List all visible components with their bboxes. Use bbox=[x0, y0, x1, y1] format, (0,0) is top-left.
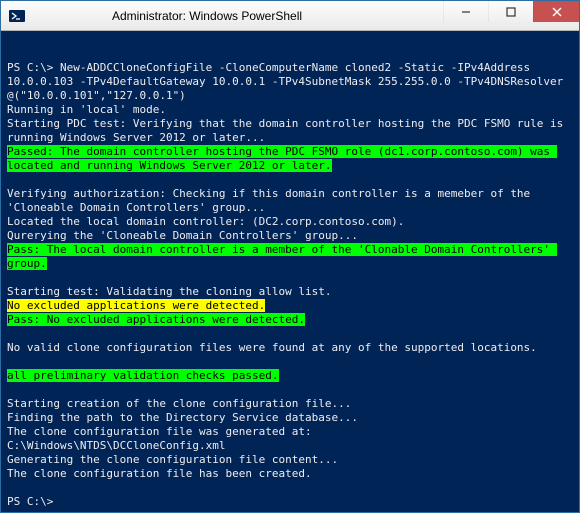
terminal-line bbox=[7, 481, 575, 495]
window-title: Administrator: Windows PowerShell bbox=[0, 9, 443, 23]
close-button[interactable] bbox=[533, 1, 579, 22]
terminal-line: No valid clone configuration files were … bbox=[7, 341, 575, 355]
terminal-line: Verifying authorization: Checking if thi… bbox=[7, 187, 575, 215]
terminal-line: Passed: The domain controller hosting th… bbox=[7, 145, 575, 173]
terminal-line bbox=[7, 327, 575, 341]
terminal-line bbox=[7, 271, 575, 285]
pass-highlight: all preliminary validation checks passed… bbox=[7, 369, 279, 382]
terminal-line: Starting test: Validating the cloning al… bbox=[7, 285, 575, 299]
terminal-content: PS C:\> New-ADDCCloneConfigFile -CloneCo… bbox=[7, 61, 575, 509]
pass-highlight: Pass: No excluded applications were dete… bbox=[7, 313, 305, 326]
maximize-icon bbox=[506, 7, 516, 17]
terminal-line bbox=[7, 173, 575, 187]
terminal-line: C:\Windows\NTDS\DCCloneConfig.xml bbox=[7, 439, 575, 453]
terminal-line: Starting PDC test: Verifying that the do… bbox=[7, 117, 575, 145]
terminal-line: No excluded applications were detected. bbox=[7, 299, 575, 313]
terminal-line: Located the local domain controller: (DC… bbox=[7, 215, 575, 229]
terminal-output[interactable]: PS C:\> New-ADDCCloneConfigFile -CloneCo… bbox=[1, 31, 579, 512]
terminal-line: all preliminary validation checks passed… bbox=[7, 369, 575, 383]
terminal-line: The clone configuration file was generat… bbox=[7, 425, 575, 439]
terminal-line: PS C:\> bbox=[7, 495, 575, 509]
maximize-button[interactable] bbox=[488, 1, 533, 22]
app-window: Administrator: Windows PowerShell PS C:\… bbox=[0, 0, 580, 513]
minimize-button[interactable] bbox=[443, 1, 488, 22]
pass-highlight: Pass: The local domain controller is a m… bbox=[7, 243, 557, 270]
terminal-line: Generating the clone configuration file … bbox=[7, 453, 575, 467]
minimize-icon bbox=[461, 7, 471, 17]
close-icon bbox=[552, 7, 562, 17]
warn-highlight: No excluded applications were detected. bbox=[7, 299, 265, 312]
terminal-line: Starting creation of the clone configura… bbox=[7, 397, 575, 411]
terminal-line bbox=[7, 355, 575, 369]
terminal-line bbox=[7, 383, 575, 397]
terminal-line: The clone configuration file has been cr… bbox=[7, 467, 575, 481]
terminal-line: PS C:\> New-ADDCCloneConfigFile -CloneCo… bbox=[7, 61, 575, 103]
pass-highlight: Passed: The domain controller hosting th… bbox=[7, 145, 557, 172]
titlebar[interactable]: Administrator: Windows PowerShell bbox=[1, 1, 579, 31]
window-controls bbox=[443, 1, 579, 30]
terminal-line: Pass: The local domain controller is a m… bbox=[7, 243, 575, 271]
terminal-line: Running in 'local' mode. bbox=[7, 103, 575, 117]
terminal-line: Finding the path to the Directory Servic… bbox=[7, 411, 575, 425]
terminal-line: Qurerying the 'Cloneable Domain Controll… bbox=[7, 229, 575, 243]
terminal-line: Pass: No excluded applications were dete… bbox=[7, 313, 575, 327]
